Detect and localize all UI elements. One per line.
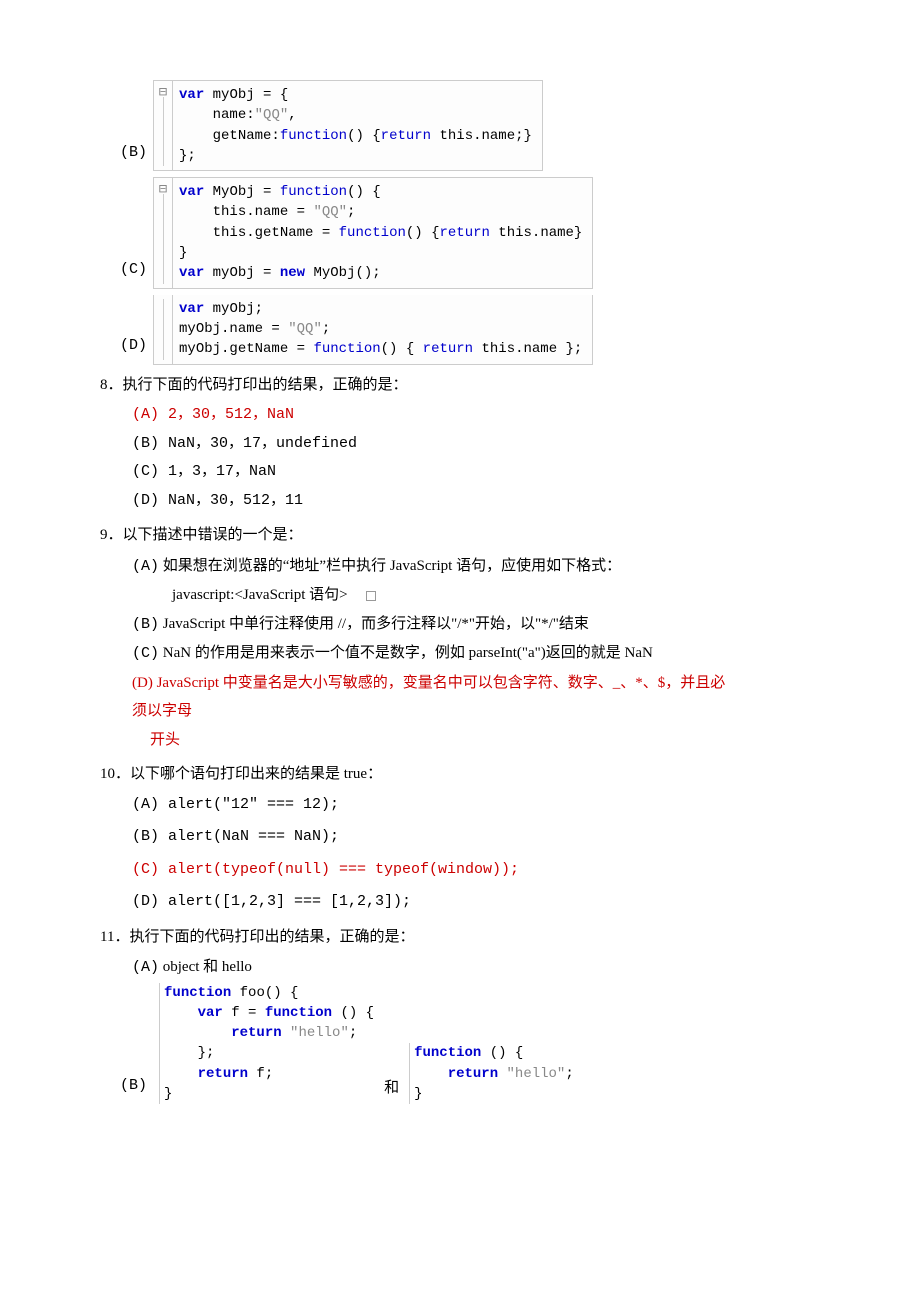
code-option-d: (D) var myObj; myObj.name = "QQ"; myObj.… xyxy=(120,295,820,365)
q9-option-a-sub: javascript:<JavaScript 语句> xyxy=(172,581,820,610)
gutter-b: ⊟ xyxy=(154,81,173,170)
cursor-icon xyxy=(366,591,376,601)
q10-option-a: (A) alert("12" === 12); xyxy=(132,791,820,820)
q10-option-b: (B) alert(NaN === NaN); xyxy=(132,823,820,852)
q9-option-d-line2: 须以字母 xyxy=(132,697,820,726)
q9-option-b: (B) JavaScript 中单行注释使用 //，而多行注释以"/*"开始，以… xyxy=(132,610,820,640)
code-content-c: var MyObj = function() { this.name = "QQ… xyxy=(173,178,592,287)
and-label: 和 xyxy=(384,1074,399,1105)
q11-option-b-label: (B) xyxy=(120,1072,147,1105)
option-label-b: (B) xyxy=(120,139,147,172)
q8-option-c: (C) 1，3，17，NaN xyxy=(132,458,820,487)
q9-option-c: (C) NaN 的作用是用来表示一个值不是数字，例如 parseInt("a")… xyxy=(132,639,820,669)
code-option-c: (C) ⊟ var MyObj = function() { this.name… xyxy=(120,177,820,288)
code-option-b: (B) ⊟ var myObj = { name:"QQ", getName:f… xyxy=(120,80,820,171)
gutter-c: ⊟ xyxy=(154,178,173,287)
code-box-b: ⊟ var myObj = { name:"QQ", getName:funct… xyxy=(153,80,543,171)
q10-option-c: (C) alert(typeof(null) === typeof(window… xyxy=(132,856,820,885)
option-label-c: (C) xyxy=(120,256,147,289)
q8-option-a: (A) 2，30，512，NaN xyxy=(132,401,820,430)
q9-option-d-line3: 开头 xyxy=(150,726,820,755)
q11-code-left: function foo() { var f = function () { r… xyxy=(159,983,374,1105)
q8-option-d: (D) NaN，30，512，11 xyxy=(132,487,820,516)
q11-code-right: function () { return "hello"; } xyxy=(409,1043,574,1104)
gutter-d xyxy=(154,295,173,364)
q11-option-a: (A) object 和 hello xyxy=(132,953,820,983)
q9-option-d: (D) JavaScript 中变量名是大小写敏感的，变量名中可以包含字符、数字… xyxy=(132,669,820,698)
q8-option-b: (B) NaN，30，17，undefined xyxy=(132,430,820,459)
question-11: 11．执行下面的代码打印出的结果，正确的是： xyxy=(100,923,820,952)
question-9: 9．以下描述中错误的一个是： xyxy=(100,521,820,550)
question-8: 8．执行下面的代码打印出的结果，正确的是： xyxy=(100,371,820,400)
code-content-b: var myObj = { name:"QQ", getName:functio… xyxy=(173,81,542,170)
code-content-d: var myObj; myObj.name = "QQ"; myObj.getN… xyxy=(173,295,592,364)
code-box-d: var myObj; myObj.name = "QQ"; myObj.getN… xyxy=(153,295,593,365)
question-10: 10．以下哪个语句打印出来的结果是 true： xyxy=(100,760,820,789)
q11-option-b: (B) function foo() { var f = function ()… xyxy=(120,983,820,1105)
code-box-c: ⊟ var MyObj = function() { this.name = "… xyxy=(153,177,593,288)
q9-option-a: (A) (A) 如果想在浏览器的"地址"栏中执行 JavaScript 语句，应… xyxy=(132,552,820,582)
q10-option-d: (D) alert([1,2,3] === [1,2,3]); xyxy=(132,888,820,917)
option-label-d: (D) xyxy=(120,332,147,365)
